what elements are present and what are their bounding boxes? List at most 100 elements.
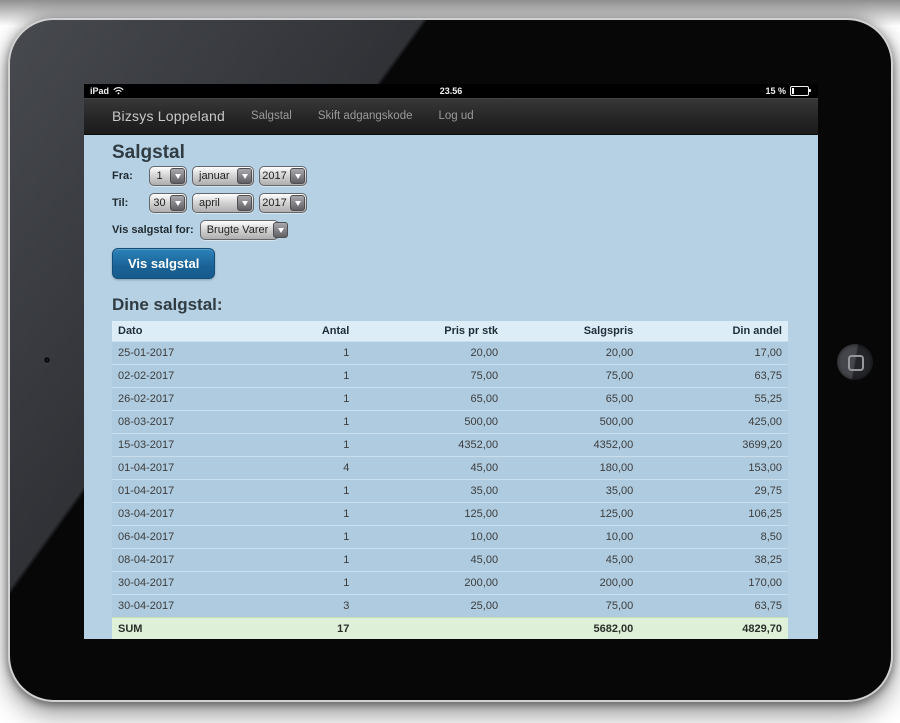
from-label: Fra: <box>112 170 149 182</box>
cell-number: 38,25 <box>639 549 788 572</box>
cell-number: 17,00 <box>639 342 788 365</box>
to-year-select[interactable]: 2017 <box>259 193 307 213</box>
sum-din-andel: 4829,70 <box>639 618 788 640</box>
cell-number: 500,00 <box>504 411 639 434</box>
cell-number: 200,00 <box>504 572 639 595</box>
cell-date: 08-04-2017 <box>112 549 261 572</box>
sales-table: Dato Antal Pris pr stk Salgspris Din and… <box>112 321 788 639</box>
battery-nub <box>809 89 811 92</box>
cell-number: 1 <box>261 434 356 457</box>
column-header-din-andel: Din andel <box>639 321 788 342</box>
cell-date: 15-03-2017 <box>112 434 261 457</box>
chevron-down-icon <box>273 222 288 238</box>
cell-date: 02-02-2017 <box>112 365 261 388</box>
cell-date: 08-03-2017 <box>112 411 261 434</box>
from-day-select[interactable]: 1 <box>149 166 187 186</box>
battery-percent: 15 % <box>765 86 786 96</box>
table-row: 15-03-201714352,004352,003699,20 <box>112 434 788 457</box>
column-header-pris-pr-stk: Pris pr stk <box>355 321 504 342</box>
cell-number: 180,00 <box>504 457 639 480</box>
navbar: Bizsys Loppeland Salgstal Skift adgangsk… <box>84 98 818 135</box>
cell-number: 20,00 <box>355 342 504 365</box>
cell-number: 125,00 <box>504 503 639 526</box>
cell-number: 45,00 <box>355 457 504 480</box>
chevron-down-icon <box>237 168 252 184</box>
nav-item-skift-adgangskode[interactable]: Skift adgangskode <box>318 110 413 122</box>
cell-number: 55,25 <box>639 388 788 411</box>
cell-number: 500,00 <box>355 411 504 434</box>
filter-value: Brugte Varer <box>201 221 273 239</box>
cell-number: 10,00 <box>504 526 639 549</box>
sum-antal: 17 <box>261 618 356 640</box>
chevron-down-icon <box>290 168 305 184</box>
sum-label: SUM <box>112 618 261 640</box>
carrier-label: iPad <box>90 86 109 96</box>
cell-number: 20,00 <box>504 342 639 365</box>
cell-number: 1 <box>261 411 356 434</box>
show-sales-button[interactable]: Vis salgstal <box>112 248 215 279</box>
table-row: 01-04-2017135,0035,0029,75 <box>112 480 788 503</box>
cell-number: 1 <box>261 342 356 365</box>
cell-number: 200,00 <box>355 572 504 595</box>
filter-label: Vis salgstal for: <box>112 224 194 236</box>
cell-number: 1 <box>261 388 356 411</box>
to-date-row: Til: 30 april 2017 <box>112 193 788 213</box>
screen: iPad 23.56 15 % Bizsys Loppel <box>84 84 818 639</box>
cell-number: 153,00 <box>639 457 788 480</box>
wifi-icon <box>113 86 124 97</box>
table-row: 01-04-2017445,00180,00153,00 <box>112 457 788 480</box>
cell-number: 125,00 <box>355 503 504 526</box>
cell-date: 01-04-2017 <box>112 457 261 480</box>
home-button-icon <box>848 355 864 371</box>
cell-number: 1 <box>261 503 356 526</box>
cell-number: 4 <box>261 457 356 480</box>
cell-number: 63,75 <box>639 595 788 618</box>
to-day-value: 30 <box>150 194 169 212</box>
cell-number: 106,25 <box>639 503 788 526</box>
to-day-select[interactable]: 30 <box>149 193 187 213</box>
from-year-select[interactable]: 2017 <box>259 166 307 186</box>
column-header-antal: Antal <box>261 321 356 342</box>
nav-item-salgstal[interactable]: Salgstal <box>251 110 292 122</box>
to-year-value: 2017 <box>260 194 289 212</box>
cell-number: 1 <box>261 572 356 595</box>
from-date-row: Fra: 1 januar 2017 <box>112 166 788 186</box>
from-month-select[interactable]: januar <box>192 166 254 186</box>
cell-number: 4352,00 <box>504 434 639 457</box>
to-month-select[interactable]: april <box>192 193 254 213</box>
battery-icon <box>790 86 809 96</box>
front-camera-icon <box>44 357 50 363</box>
cell-number: 29,75 <box>639 480 788 503</box>
nav-links: Salgstal Skift adgangskode Log ud <box>251 110 474 122</box>
cell-date: 30-04-2017 <box>112 595 261 618</box>
table-row: 06-04-2017110,0010,008,50 <box>112 526 788 549</box>
to-month-value: april <box>193 194 236 212</box>
battery-fill <box>792 88 794 94</box>
cell-number: 1 <box>261 365 356 388</box>
chevron-down-icon <box>290 195 305 211</box>
cell-number: 1 <box>261 480 356 503</box>
nav-item-log-ud[interactable]: Log ud <box>438 110 473 122</box>
cell-number: 170,00 <box>639 572 788 595</box>
cell-number: 4352,00 <box>355 434 504 457</box>
chevron-down-icon <box>170 195 185 211</box>
table-row: 08-03-20171500,00500,00425,00 <box>112 411 788 434</box>
cell-number: 35,00 <box>355 480 504 503</box>
cell-date: 26-02-2017 <box>112 388 261 411</box>
to-label: Til: <box>112 197 149 209</box>
sum-pris-pr-stk <box>355 618 504 640</box>
table-row: 30-04-20171200,00200,00170,00 <box>112 572 788 595</box>
cell-number: 75,00 <box>504 595 639 618</box>
navbar-brand[interactable]: Bizsys Loppeland <box>112 108 225 124</box>
cell-number: 10,00 <box>355 526 504 549</box>
filter-select[interactable]: Brugte Varer <box>200 220 279 240</box>
clock: 23.56 <box>84 86 818 96</box>
table-row: 08-04-2017145,0045,0038,25 <box>112 549 788 572</box>
cell-number: 65,00 <box>355 388 504 411</box>
table-body: 25-01-2017120,0020,0017,0002-02-2017175,… <box>112 342 788 618</box>
home-button[interactable] <box>837 344 873 380</box>
sum-salgspris: 5682,00 <box>504 618 639 640</box>
chevron-down-icon <box>237 195 252 211</box>
cell-date: 30-04-2017 <box>112 572 261 595</box>
filter-row: Vis salgstal for: Brugte Varer <box>112 220 788 240</box>
